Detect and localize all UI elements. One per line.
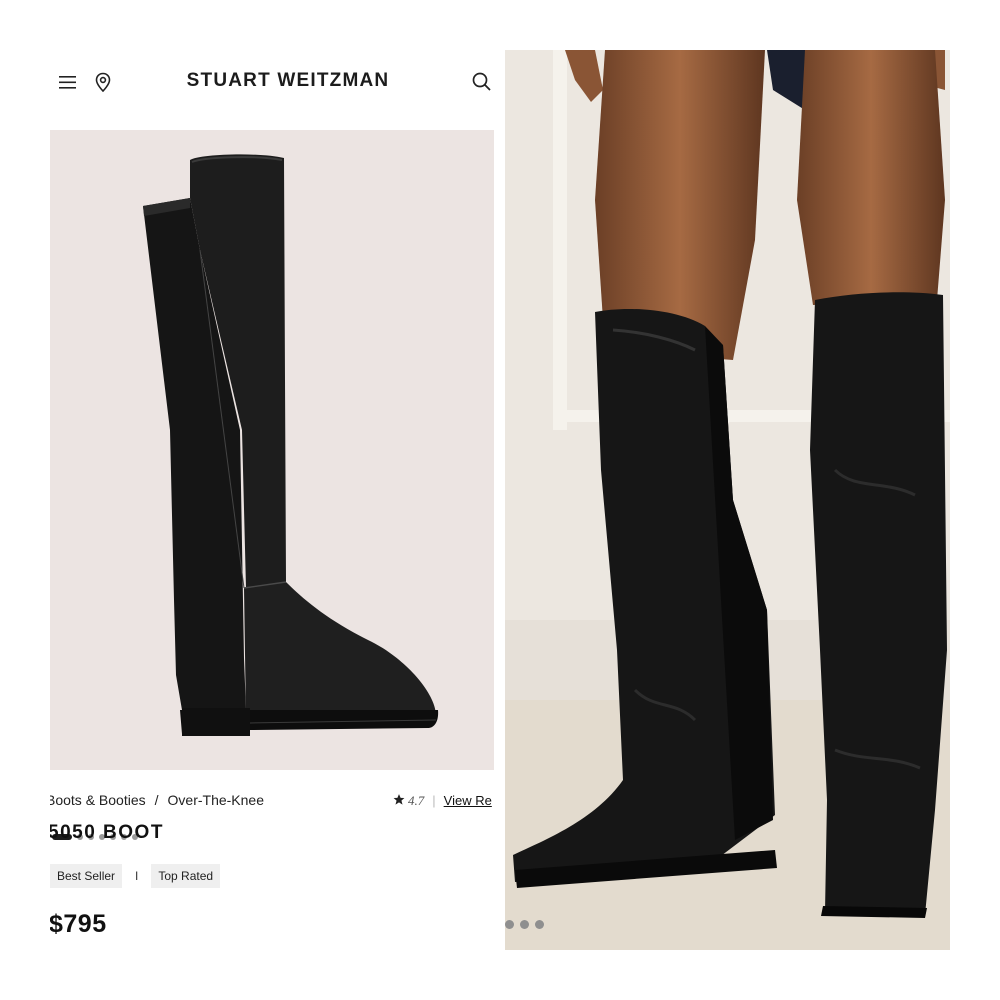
model-wearing-boots-photo [505, 50, 950, 950]
best-seller-badge: Best Seller [50, 864, 123, 888]
search-icon [472, 72, 491, 91]
carousel-dot[interactable] [505, 920, 514, 929]
store-locator-button[interactable] [92, 70, 118, 96]
rating-value: 4.7 [408, 793, 425, 808]
carousel-dot[interactable] [535, 920, 544, 929]
rating-divider: | [432, 793, 436, 808]
breadcrumb-link-boots[interactable]: Boots & Booties [50, 792, 146, 808]
breadcrumb: Boots & Booties / Over-The-Knee [50, 792, 264, 808]
breadcrumb-link-over-the-knee[interactable]: Over-The-Knee [168, 792, 264, 808]
menu-icon [59, 76, 76, 89]
star-icon [393, 794, 405, 805]
boot-product-illustration [143, 154, 439, 736]
breadcrumb-separator: / [154, 792, 159, 808]
lifestyle-carousel-dots[interactable] [505, 920, 544, 929]
badge-row: Best Seller I Top Rated [50, 864, 221, 888]
product-image[interactable] [50, 130, 494, 840]
view-reviews-link[interactable]: View Re [444, 793, 492, 808]
product-page-panel: STUART WEITZMAN Boots & Booties / Over-T… [50, 50, 496, 950]
carousel-dot[interactable] [520, 920, 529, 929]
lifestyle-image[interactable] [505, 50, 950, 950]
badge-divider: I [135, 869, 139, 883]
brand-logo[interactable]: STUART WEITZMAN [170, 70, 406, 92]
top-navigation: STUART WEITZMAN [50, 50, 496, 114]
search-button[interactable] [470, 70, 496, 96]
menu-button[interactable] [56, 70, 82, 96]
rating-block: 4.7 | View Re [392, 793, 492, 809]
location-pin-icon [95, 72, 111, 93]
product-price: $795 [50, 910, 107, 938]
product-title: 5050 BOOT [50, 822, 164, 843]
top-rated-badge: Top Rated [151, 864, 221, 888]
